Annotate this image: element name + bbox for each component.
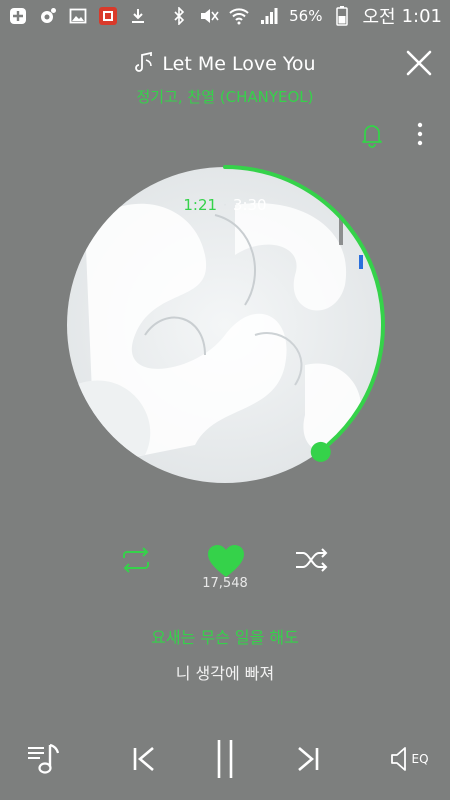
signal-icon (259, 6, 279, 26)
close-icon (406, 50, 432, 76)
equalizer-button[interactable]: EQ (386, 736, 432, 782)
pause-button[interactable] (205, 736, 245, 782)
more-vertical-icon (417, 122, 423, 146)
status-bar-left (8, 6, 148, 26)
elapsed-time: 1:21 (183, 196, 218, 214)
playlist-button[interactable] (22, 736, 66, 782)
add-notification-icon (8, 6, 28, 26)
battery-percentage: 56% (289, 7, 323, 25)
close-button[interactable] (404, 48, 434, 78)
eq-label: EQ (411, 752, 429, 766)
alarm-button[interactable] (358, 120, 386, 148)
previous-button[interactable] (124, 736, 164, 782)
mute-icon (199, 6, 219, 26)
total-time: 3:30 (232, 196, 267, 214)
like-button[interactable] (206, 544, 246, 580)
gallery-notification-icon (68, 6, 88, 26)
like-count: 17,548 (202, 576, 248, 591)
speaker-icon (391, 747, 407, 771)
pause-icon (217, 740, 233, 778)
music-notification-icon (38, 6, 58, 26)
app-notification-icon (98, 6, 118, 26)
clock-ampm: 오전 (362, 7, 396, 28)
shuffle-button[interactable] (294, 546, 330, 574)
bluetooth-icon (169, 6, 189, 26)
bottom-control-bar: EQ (0, 730, 450, 790)
download-notification-icon (128, 6, 148, 26)
song-title: Let Me Love You (162, 53, 316, 75)
progress-thumb[interactable] (310, 441, 331, 462)
next-button[interactable] (288, 736, 328, 782)
status-bar-right: 56% 오전 1:01 (169, 3, 442, 29)
repeat-icon (123, 547, 149, 573)
clock-time: 1:01 (401, 5, 442, 27)
music-note-icon (134, 51, 156, 77)
battery-icon (332, 6, 352, 26)
status-bar: 56% 오전 1:01 (0, 0, 450, 32)
song-title-row: Let Me Love You (0, 48, 450, 80)
previous-icon (133, 747, 154, 771)
more-options-button[interactable] (410, 120, 430, 148)
bell-icon (362, 125, 382, 148)
lyric-next-line[interactable]: 니 생각에 빠져 (0, 660, 450, 684)
artist-name[interactable]: 정기고, 찬열 (CHANYEOL) (0, 86, 450, 107)
time-display: 1:21 · 3:30 (0, 196, 450, 214)
lyric-current-line[interactable]: 요새는 무슨 일을 해도 (0, 624, 450, 648)
playlist-icon (28, 743, 60, 774)
shuffle-icon (296, 548, 328, 572)
repeat-button[interactable] (118, 546, 154, 574)
heart-icon (208, 545, 244, 577)
next-icon (298, 747, 319, 771)
time-separator: · (223, 198, 227, 212)
wifi-icon (229, 6, 249, 26)
